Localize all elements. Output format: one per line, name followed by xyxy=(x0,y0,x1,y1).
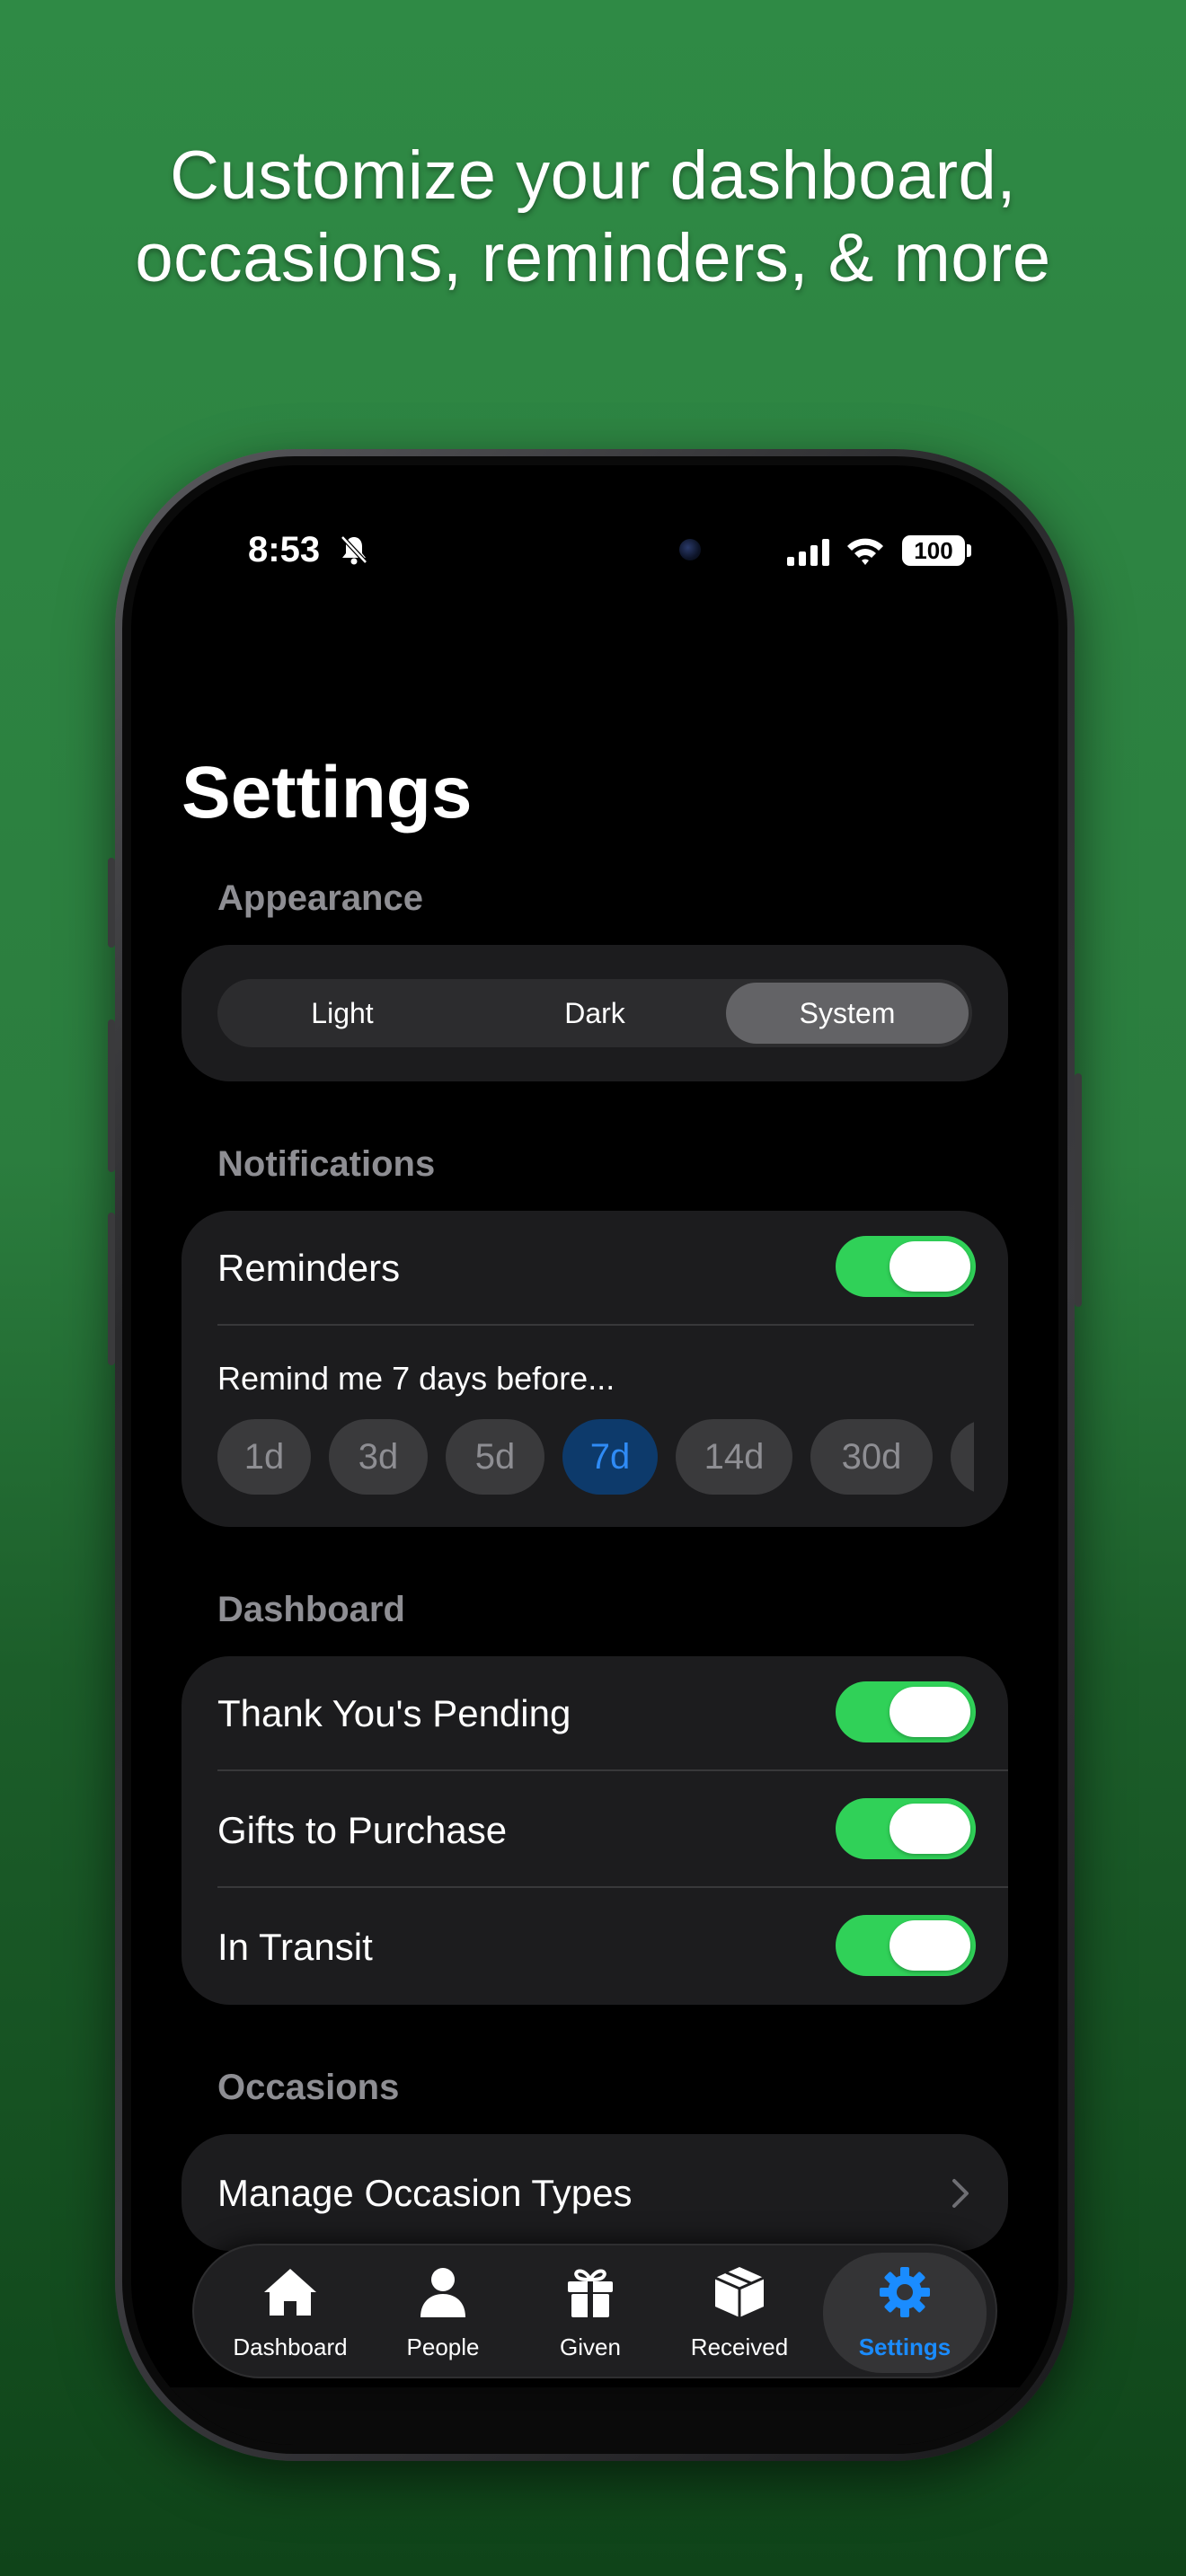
volume-up-button xyxy=(108,1019,115,1172)
reminders-toggle[interactable] xyxy=(836,1236,976,1297)
remind-days-chips: 1d 3d 5d 7d 14d 30d xyxy=(217,1419,974,1496)
headline-line-2: occasions, reminders, & more xyxy=(135,220,1051,296)
gifts-to-purchase-toggle[interactable] xyxy=(836,1798,976,1859)
tab-label-given: Given xyxy=(560,2333,621,2360)
segment-dark[interactable]: Dark xyxy=(474,983,716,1044)
section-label-appearance: Appearance xyxy=(217,878,423,918)
marketing-headline: Customize your dashboard, occasions, rem… xyxy=(0,135,1186,300)
row-gifts-to-purchase: Gifts to Purchase xyxy=(217,1809,508,1851)
divider xyxy=(217,1769,1008,1771)
status-time: 8:53 xyxy=(248,530,321,569)
battery-tip xyxy=(967,544,971,557)
tab-label-people: People xyxy=(406,2333,480,2360)
tab-label-received: Received xyxy=(690,2333,789,2360)
toggle-knob xyxy=(890,1920,970,1971)
appearance-segmented-control: Light Dark System xyxy=(217,979,972,1047)
section-label-dashboard: Dashboard xyxy=(217,1590,405,1629)
gift-icon xyxy=(568,2269,613,2317)
side-button xyxy=(1075,1073,1082,1307)
occasions-card[interactable]: Manage Occasion Types xyxy=(181,2134,1008,2251)
tab-label-settings: Settings xyxy=(858,2333,951,2360)
remind-days-label: Remind me 7 days before... xyxy=(217,1360,615,1397)
package-icon xyxy=(714,2267,765,2317)
toggle-knob xyxy=(890,1687,970,1737)
tab-given[interactable]: Given xyxy=(514,2253,667,2373)
front-camera xyxy=(679,539,701,560)
tab-settings[interactable]: Settings xyxy=(823,2253,987,2373)
chip-3d[interactable]: 3d xyxy=(329,1419,428,1495)
toggle-knob xyxy=(890,1241,970,1292)
chip-7d[interactable]: 7d xyxy=(562,1419,658,1495)
tab-bar: Dashboard People Given Received Settings xyxy=(192,2244,997,2378)
divider xyxy=(217,1886,1008,1888)
tab-received[interactable]: Received xyxy=(663,2253,816,2373)
headline-line-1: Customize your dashboard, xyxy=(170,137,1016,214)
toggle-knob xyxy=(890,1804,970,1854)
person-icon xyxy=(420,2268,465,2317)
divider xyxy=(217,1324,974,1326)
chip-30d[interactable]: 30d xyxy=(810,1419,933,1495)
battery-indicator: 100 xyxy=(902,535,965,566)
cellular-signal-icon xyxy=(787,539,829,566)
action-button xyxy=(108,858,115,948)
row-in-transit: In Transit xyxy=(217,1926,373,1968)
bottom-fade xyxy=(131,2387,1058,2445)
volume-down-button xyxy=(108,1213,115,1365)
thank-yous-pending-toggle[interactable] xyxy=(836,1681,976,1742)
dashboard-card: Thank You's Pending Gifts to Purchase In… xyxy=(181,1656,1008,2005)
bell-slash-icon xyxy=(341,535,367,565)
chip-14d[interactable]: 14d xyxy=(676,1419,792,1495)
chip-1d[interactable]: 1d xyxy=(217,1419,311,1495)
row-thank-yous-pending: Thank You's Pending xyxy=(217,1692,571,1734)
tab-dashboard[interactable]: Dashboard xyxy=(214,2253,367,2373)
chevron-right-icon xyxy=(952,2179,969,2208)
notifications-card: Reminders Remind me 7 days before... 1d … xyxy=(181,1211,1008,1527)
appearance-card: Light Dark System xyxy=(181,945,1008,1081)
wifi-icon xyxy=(847,538,883,565)
chip-more[interactable] xyxy=(951,1419,974,1495)
tab-people[interactable]: People xyxy=(367,2253,519,2373)
segment-system[interactable]: System xyxy=(726,983,969,1044)
tab-label-dashboard: Dashboard xyxy=(233,2333,348,2360)
gear-icon xyxy=(880,2267,930,2317)
manage-occasion-types-label: Manage Occasion Types xyxy=(217,2172,633,2214)
page-title: Settings xyxy=(181,752,473,834)
in-transit-toggle[interactable] xyxy=(836,1915,976,1976)
chip-5d[interactable]: 5d xyxy=(446,1419,544,1495)
section-label-occasions: Occasions xyxy=(217,2068,400,2107)
segment-light[interactable]: Light xyxy=(221,983,464,1044)
phone-screen: 8:53 100 Settings Appearance Light Dark … xyxy=(131,465,1058,2445)
house-icon xyxy=(264,2269,316,2316)
reminders-label: Reminders xyxy=(217,1247,401,1289)
section-label-notifications: Notifications xyxy=(217,1144,436,1184)
